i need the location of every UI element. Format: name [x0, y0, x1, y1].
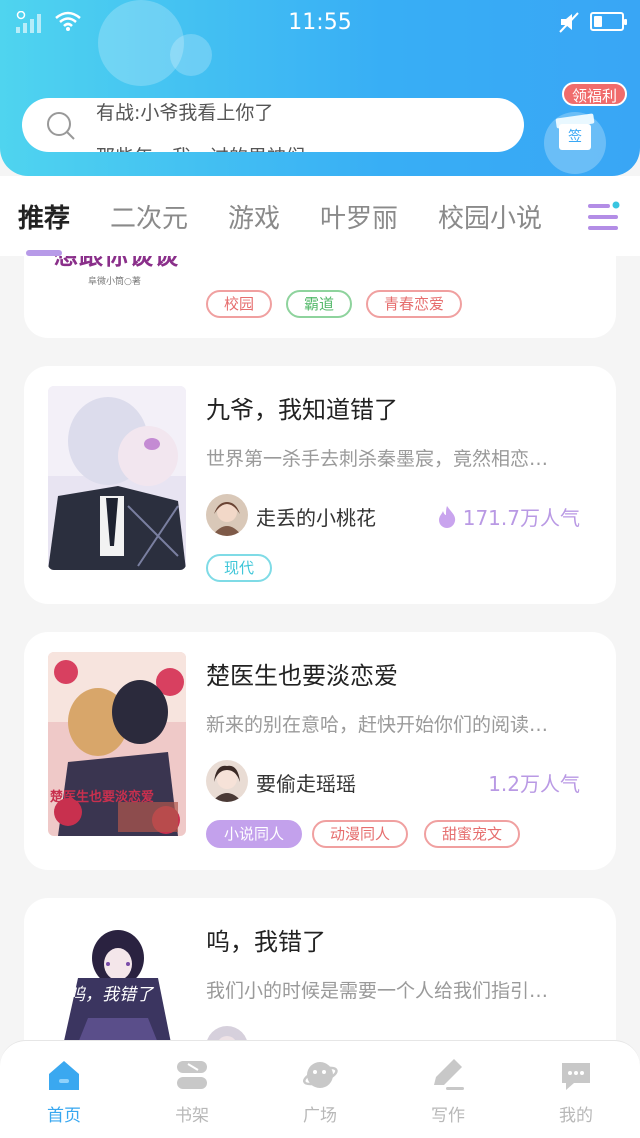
book-card[interactable]: 呜，我错了 呜，我错了 我们小的时候是需要一个人给我们指引…: [24, 898, 616, 1040]
cover-illustration: [48, 918, 186, 1040]
search-suggestion: 有战:小爷我看上你了: [96, 102, 274, 124]
battery-level: [594, 16, 602, 27]
tab-games[interactable]: 游戏: [228, 198, 280, 235]
nav-label: 我的: [559, 1106, 593, 1126]
book-tag[interactable]: 霸道: [286, 290, 353, 318]
book-card[interactable]: 楚医生也要淡恋爱 楚医生也要淡恋爱 新来的别在意哈，赶快开始你们的阅读… 要偷走…: [24, 632, 616, 870]
popularity: 1.2万人气: [488, 768, 580, 797]
book-card[interactable]: 想跟你谈谈 阜微小筒○著 校园 霸道 青春恋爱: [24, 256, 616, 338]
sign-in-gift-button[interactable]: 签: [544, 112, 606, 174]
author-avatar[interactable]: [206, 494, 248, 536]
cover-illustration: [48, 652, 186, 836]
book-description: 世界第一杀手去刺杀秦墨宸，竟然相恋…: [206, 448, 549, 470]
book-tag[interactable]: 现代: [206, 554, 273, 582]
author-avatar[interactable]: [206, 1026, 248, 1040]
book-description: 我们小的时候是需要一个人给我们指引…: [206, 980, 549, 1002]
book-title[interactable]: 楚医生也要淡恋爱: [206, 656, 398, 691]
planet-icon: [302, 1062, 338, 1088]
bookshelf-icon: [177, 1061, 207, 1089]
popularity: 171.7万人气: [437, 502, 580, 531]
search-icon: [47, 112, 75, 140]
welfare-badge[interactable]: 领福利: [562, 82, 628, 106]
search-suggestions: 有战:小爷我看上你了 那些年，我…过的男神们: [96, 98, 506, 152]
battery-icon: [590, 12, 627, 31]
chat-icon: [562, 1063, 590, 1090]
nav-label: 广场: [303, 1106, 337, 1126]
category-tabs: 推荐 二次元 游戏 叶罗丽 校园小说: [0, 176, 640, 256]
book-tag[interactable]: 甜蜜宠文: [424, 820, 521, 848]
cover-title: 想跟你谈谈: [54, 256, 179, 270]
cover-title: 呜，我错了: [68, 985, 153, 1005]
nav-me[interactable]: 我的: [512, 1041, 640, 1138]
book-cover: 想跟你谈谈 阜微小筒○著: [48, 256, 186, 320]
book-cover: 楚医生也要淡恋爱: [48, 652, 186, 836]
cover-illustration: [48, 386, 186, 570]
book-cover: [48, 386, 186, 570]
book-tag[interactable]: 青春恋爱: [366, 290, 463, 318]
book-tag[interactable]: 小说同人: [206, 820, 303, 848]
tab-yeluoli[interactable]: 叶罗丽: [320, 198, 398, 235]
book-card[interactable]: 九爷，我知道错了 世界第一杀手去刺杀秦墨宸，竟然相恋… 走丢的小桃花 171.7…: [24, 366, 616, 604]
pen-icon: [434, 1059, 464, 1090]
book-feed[interactable]: 想跟你谈谈 阜微小筒○著 校园 霸道 青春恋爱 九爷，我知道错了 世界第一杀手去…: [0, 256, 640, 1040]
cover-author: 阜微小筒○著: [88, 277, 141, 287]
author-avatar[interactable]: [206, 760, 248, 802]
book-cover: 呜，我错了: [48, 918, 186, 1040]
status-bar: 11:55: [0, 0, 640, 46]
clock: 11:55: [288, 10, 352, 35]
mute-icon: [559, 12, 579, 33]
popularity-count: 171.7万人气: [462, 506, 580, 530]
nav-label: 写作: [431, 1106, 465, 1126]
tab-campus[interactable]: 校园小说: [438, 198, 542, 235]
nav-label: 书架: [175, 1106, 209, 1126]
nav-bookshelf[interactable]: 书架: [128, 1041, 256, 1138]
nav-label: 首页: [47, 1106, 81, 1126]
book-title[interactable]: 呜，我错了: [206, 922, 326, 957]
flame-icon: [438, 505, 455, 528]
author-name[interactable]: 走丢的小桃花: [256, 502, 376, 531]
home-icon: [49, 1061, 79, 1090]
gift-icon: 签: [559, 124, 591, 150]
author-name[interactable]: 要偷走瑶瑶: [256, 768, 356, 797]
book-description: 新来的别在意哈，赶快开始你们的阅读…: [206, 714, 549, 736]
tab-recommend[interactable]: 推荐: [18, 198, 70, 235]
category-menu-icon[interactable]: [586, 200, 622, 234]
header: 11:55 有战:小爷我看上你了 那些年，我…过的男神们 签: [0, 0, 640, 176]
tab-anime[interactable]: 二次元: [110, 198, 188, 235]
bottom-nav: 首页 书架 广场 写作 我的: [0, 1040, 640, 1138]
nav-write[interactable]: 写作: [384, 1041, 512, 1138]
search-bar[interactable]: 有战:小爷我看上你了 那些年，我…过的男神们: [22, 98, 524, 152]
search-suggestion: 那些年，我…过的男神们: [96, 135, 506, 152]
nav-square[interactable]: 广场: [256, 1041, 384, 1138]
book-title[interactable]: 九爷，我知道错了: [206, 390, 398, 425]
cover-title: 楚医生也要淡恋爱: [50, 790, 155, 805]
book-tag[interactable]: 校园: [206, 290, 273, 318]
nav-home[interactable]: 首页: [0, 1041, 128, 1138]
book-tag[interactable]: 动漫同人: [312, 820, 409, 848]
popularity-count: 1.2万人气: [488, 772, 580, 796]
